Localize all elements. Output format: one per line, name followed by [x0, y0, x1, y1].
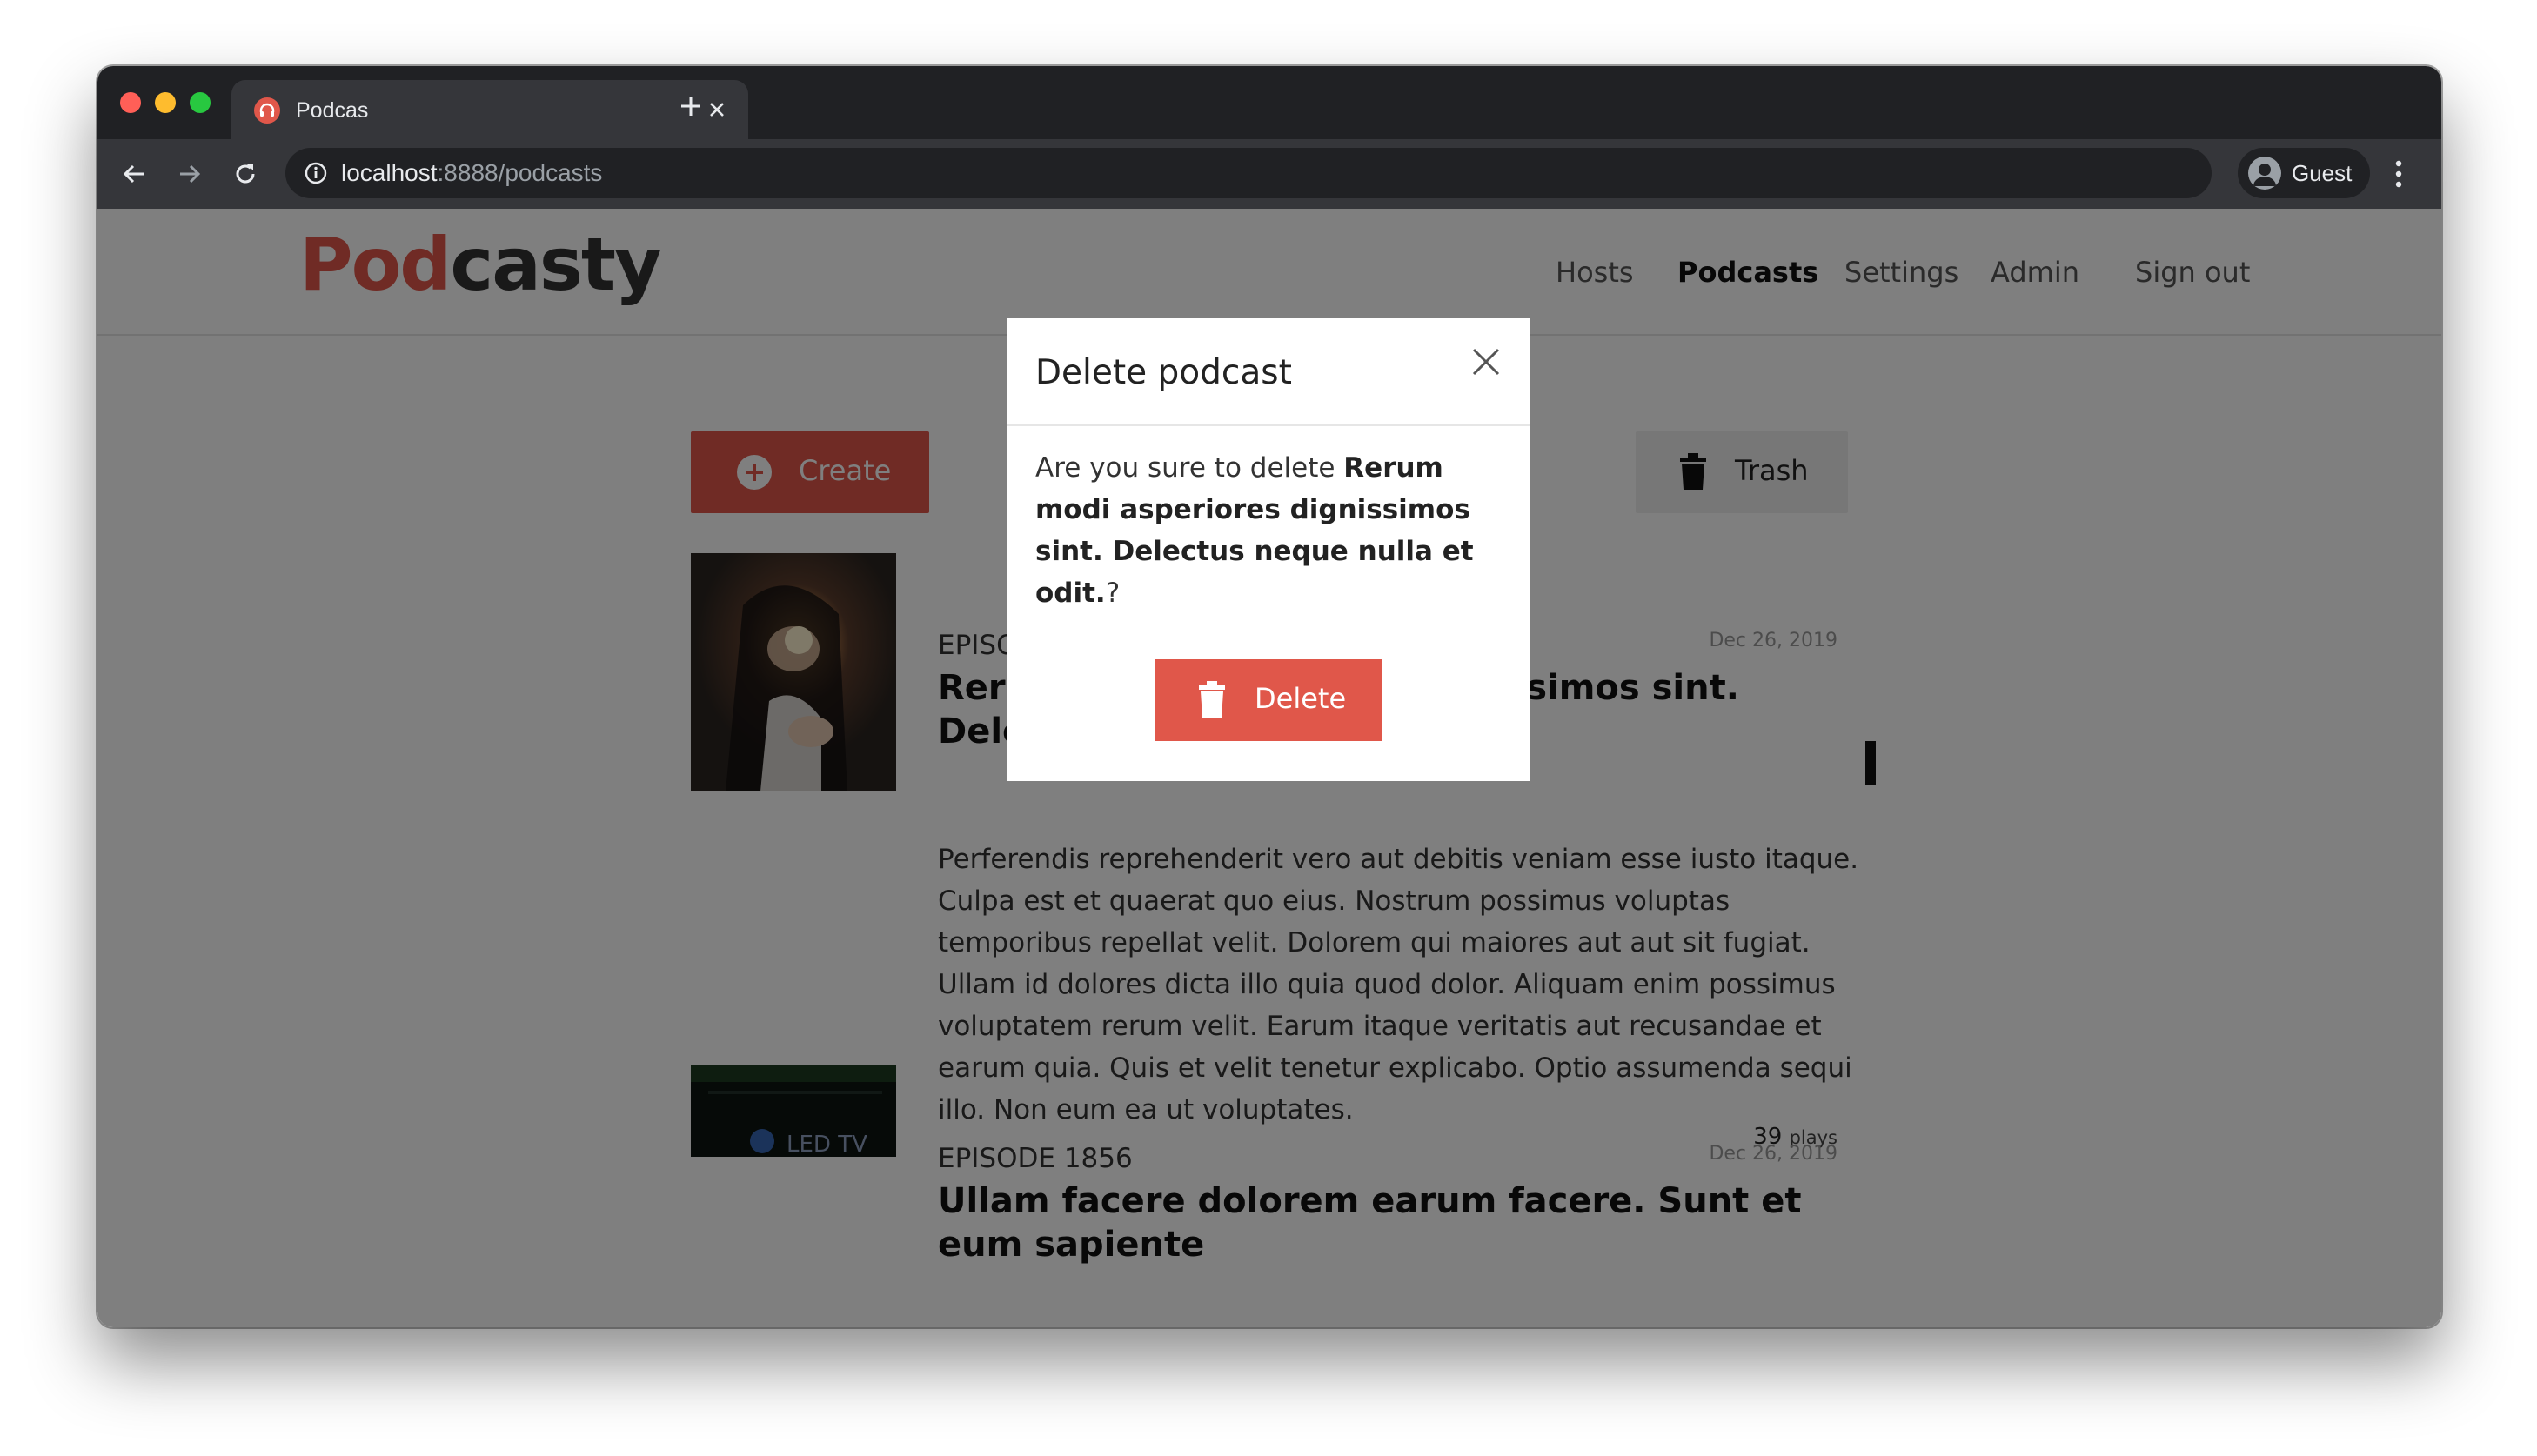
more-vert-icon[interactable] — [2386, 155, 2412, 193]
modal-header: Delete podcast — [1007, 318, 1530, 426]
reload-icon[interactable] — [228, 157, 263, 191]
profile-name: Guest — [2292, 160, 2353, 186]
close-icon[interactable] — [1469, 344, 1503, 379]
plus-icon[interactable] — [675, 90, 706, 122]
tab-strip: Podcas — [97, 66, 2441, 139]
tab-title: Podcas — [296, 98, 369, 123]
delete-button-label: Delete — [1255, 682, 1347, 715]
forward-arrow-icon[interactable] — [172, 157, 207, 191]
page: Podcasty Hosts Podcasts Settings Admin S… — [97, 209, 2441, 1327]
browser-tab[interactable]: Podcas — [231, 80, 748, 139]
back-arrow-icon[interactable] — [117, 157, 151, 191]
address-bar[interactable]: localhost:8888/podcasts — [285, 148, 2212, 198]
maximize-window-button[interactable] — [190, 92, 211, 113]
info-icon[interactable] — [303, 160, 329, 190]
minimize-window-button[interactable] — [155, 92, 176, 113]
delete-podcast-modal: Delete podcast Are you sure to delete Re… — [1007, 318, 1530, 781]
browser-window: Podcas localhost:8888/podcasts Guest Del… — [97, 66, 2441, 1327]
browser-toolbar: localhost:8888/podcasts Guest — [97, 139, 2441, 209]
trash-icon — [1197, 680, 1227, 722]
url-text: localhost:8888/podcasts — [341, 159, 603, 186]
user-avatar-icon — [2248, 157, 2281, 190]
close-icon[interactable] — [703, 96, 731, 124]
headphones-icon — [254, 97, 280, 124]
delete-button[interactable]: Delete — [1155, 659, 1382, 741]
profile-button[interactable]: Guest — [2238, 148, 2370, 198]
modal-title: Delete podcast — [1035, 353, 1292, 392]
close-window-button[interactable] — [120, 92, 141, 113]
modal-message: Are you sure to delete Rerum modi asperi… — [1035, 452, 1474, 609]
